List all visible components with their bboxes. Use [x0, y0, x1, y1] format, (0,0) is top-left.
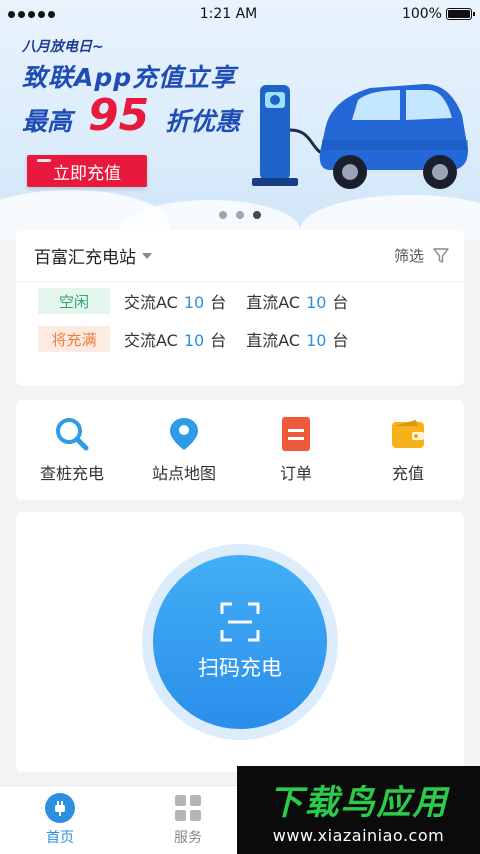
dc-count: 直流AC 10 台 [246, 331, 349, 350]
menu-find-charger[interactable]: 查桩充电 [22, 416, 122, 484]
menu-station-map[interactable]: 站点地图 [134, 416, 234, 484]
battery-percent: 100% [401, 6, 442, 22]
menu-label: 充值 [391, 464, 424, 483]
battery-status: 100% [401, 6, 475, 22]
menu-orders[interactable]: 订单 [246, 416, 346, 484]
menu-label: 查桩充电 [39, 464, 104, 483]
dropdown-arrow-icon [142, 252, 152, 259]
filter-label: 筛选 [393, 247, 424, 265]
tab-services[interactable]: 服务 [128, 786, 248, 854]
banner-prefix: 最高 [22, 107, 73, 136]
dc-count: 直流AC 10 台 [246, 293, 349, 312]
pagination-dot-active[interactable] [253, 211, 261, 219]
tab-label: 服务 [174, 830, 202, 846]
banner-discount: 95 [88, 90, 150, 141]
banner-tagline: 八月放电日~ [22, 39, 104, 55]
banner-pagination [0, 211, 480, 219]
status-time: 1:21 AM [199, 6, 258, 22]
charger-status-row-idle: 空闲 交流AC 10 台 直流AC 10 台 [16, 282, 464, 320]
recharge-now-button[interactable]: 立即充值 [27, 155, 147, 187]
status-badge-almost-full: 将充满 [38, 326, 110, 352]
electric-car-illustration [252, 84, 468, 189]
wallet-icon [390, 416, 426, 452]
filter-icon [433, 247, 449, 263]
station-selector[interactable]: 百富汇充电站 [34, 243, 152, 268]
grid-icon [173, 793, 203, 823]
battery-icon [445, 8, 475, 20]
scan-charge-button[interactable]: 扫码充电 [153, 555, 327, 729]
banner-suffix: 折优惠 [165, 107, 241, 136]
banner-line2: 最高 95 折优惠 [22, 94, 240, 138]
menu-label: 站点地图 [151, 464, 216, 483]
charger-status-row-almost-full: 将充满 交流AC 10 台 直流AC 10 台 [16, 320, 464, 358]
map-pin-icon [166, 416, 202, 452]
order-icon [278, 416, 314, 452]
ac-count: 交流AC 10 台 [124, 293, 227, 312]
watermark: 下载鸟应用 www.xiazainiao.com [237, 766, 480, 854]
watermark-title: 下载鸟应用 [268, 783, 449, 823]
station-card: 百富汇充电站 筛选 空闲 交流AC 10 台 直流AC 10 台 将充满 交流AC 10 台… [16, 230, 464, 386]
pagination-dot[interactable] [219, 211, 227, 219]
scan-icon [220, 602, 260, 642]
status-bar: 1:21 AM 100% [0, 0, 480, 28]
station-header: 百富汇充电站 筛选 [16, 230, 464, 282]
scan-card: 扫码充电 [16, 512, 464, 772]
signal-icon [8, 10, 55, 18]
banner-headline: 八月放电日~ 致联App充值立享 最高 95 折优惠 [22, 36, 240, 138]
pagination-dot[interactable] [236, 211, 244, 219]
scan-label: 扫码充电 [198, 656, 282, 680]
watermark-url: www.xiazainiao.com [272, 826, 445, 845]
promo-banner[interactable]: 八月放电日~ 致联App充值立享 最高 95 折优惠 立即充值 [0, 0, 480, 240]
menu-recharge[interactable]: 充值 [358, 416, 458, 484]
banner-line1: 致联App充值立享 [22, 63, 237, 92]
tab-home[interactable]: 首页 [0, 786, 120, 854]
filter-button[interactable]: 筛选 [394, 245, 450, 266]
ac-count: 交流AC 10 台 [124, 331, 227, 350]
scan-button-ring: 扫码充电 [142, 544, 338, 740]
quick-menu: 查桩充电 站点地图 订单 充值 [16, 400, 464, 500]
status-badge-idle: 空闲 [38, 288, 110, 314]
plug-icon [45, 793, 75, 823]
menu-label: 订单 [279, 464, 312, 483]
station-name: 百富汇充电站 [34, 248, 136, 268]
search-icon [54, 416, 90, 452]
tab-label: 首页 [46, 830, 74, 846]
